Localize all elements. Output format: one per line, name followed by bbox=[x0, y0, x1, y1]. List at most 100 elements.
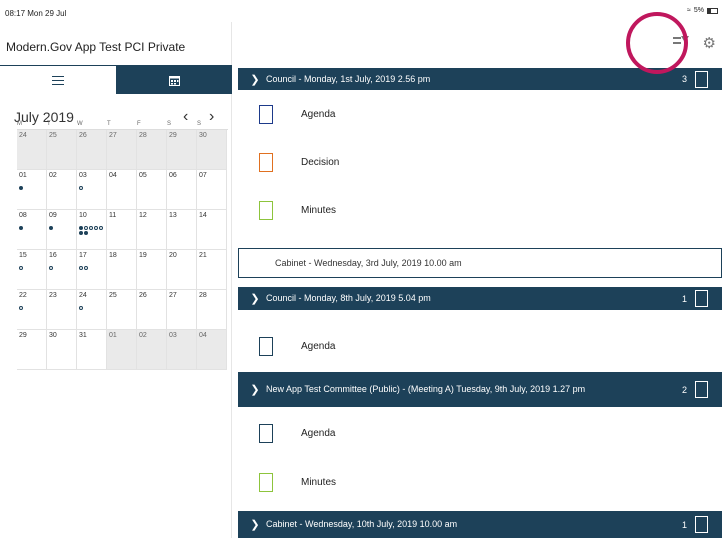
event-dot bbox=[99, 226, 103, 230]
day-cell[interactable]: 25 bbox=[47, 130, 77, 170]
day-cell[interactable]: 08 bbox=[17, 210, 47, 250]
day-cell[interactable]: 31 bbox=[77, 330, 107, 370]
list-icon bbox=[52, 76, 64, 85]
status-icons: ≈ 5% bbox=[687, 7, 718, 14]
day-cell[interactable]: 04 bbox=[197, 330, 227, 370]
day-cell[interactable]: 28 bbox=[137, 130, 167, 170]
day-number: 08 bbox=[19, 212, 27, 219]
day-cell[interactable]: 21 bbox=[197, 250, 227, 290]
document-item[interactable]: Minutes bbox=[238, 458, 722, 506]
day-cell[interactable]: 20 bbox=[167, 250, 197, 290]
document-icon bbox=[695, 381, 708, 398]
weekday-label: M bbox=[17, 121, 22, 127]
day-cell[interactable]: 06 bbox=[167, 170, 197, 210]
event-dots bbox=[19, 226, 45, 230]
day-cell[interactable]: 03 bbox=[167, 330, 197, 370]
document-label: Minutes bbox=[301, 204, 337, 216]
day-cell[interactable]: 09 bbox=[47, 210, 77, 250]
day-cell[interactable]: 26 bbox=[137, 290, 167, 330]
day-cell[interactable]: 04 bbox=[107, 170, 137, 210]
event-dots bbox=[79, 226, 105, 235]
day-cell[interactable]: 10 bbox=[77, 210, 107, 250]
document-label: Decision bbox=[301, 156, 340, 168]
weekday-label: F bbox=[137, 121, 141, 127]
day-cell[interactable]: 24 bbox=[17, 130, 47, 170]
event-dots bbox=[19, 306, 45, 310]
day-cell[interactable]: 01 bbox=[17, 170, 47, 210]
day-cell[interactable]: 05 bbox=[137, 170, 167, 210]
battery-icon bbox=[707, 7, 718, 14]
meeting-header[interactable]: Cabinet - Wednesday, 3rd July, 2019 10.0… bbox=[238, 248, 722, 278]
event-dots bbox=[19, 266, 45, 270]
day-cell[interactable]: 26 bbox=[77, 130, 107, 170]
event-dots bbox=[79, 306, 105, 310]
calendar-week: 01 02 03 04 05 06 07 bbox=[17, 170, 228, 210]
document-item[interactable]: Agenda bbox=[238, 90, 722, 138]
day-cell[interactable]: 07 bbox=[197, 170, 227, 210]
day-cell[interactable]: 29 bbox=[17, 330, 47, 370]
day-cell[interactable]: 22 bbox=[17, 290, 47, 330]
day-cell[interactable]: 28 bbox=[197, 290, 227, 330]
day-cell[interactable]: 02 bbox=[47, 170, 77, 210]
day-cell[interactable]: 19 bbox=[137, 250, 167, 290]
calendar-week: 15 16 17 18 19 20 21 bbox=[17, 250, 228, 290]
day-cell[interactable]: 25 bbox=[107, 290, 137, 330]
meeting-header[interactable]: ❯ New App Test Committee (Public) - (Mee… bbox=[238, 372, 722, 407]
day-cell[interactable]: 03 bbox=[77, 170, 107, 210]
battery-percent: 5% bbox=[693, 7, 704, 14]
day-cell[interactable]: 27 bbox=[107, 130, 137, 170]
day-cell[interactable]: 29 bbox=[167, 130, 197, 170]
day-cell[interactable]: 13 bbox=[167, 210, 197, 250]
day-cell[interactable]: 17 bbox=[77, 250, 107, 290]
day-cell[interactable]: 01 bbox=[107, 330, 137, 370]
day-cell[interactable]: 24 bbox=[77, 290, 107, 330]
document-count: 2 bbox=[681, 384, 687, 395]
weekday-label: S bbox=[167, 121, 172, 127]
event-dot bbox=[79, 231, 83, 235]
event-dot bbox=[79, 306, 83, 310]
weekday-header: M T W T F S S bbox=[17, 121, 227, 127]
document-label: Minutes bbox=[301, 476, 337, 488]
document-item[interactable]: Decision bbox=[238, 138, 722, 186]
event-dot bbox=[19, 266, 23, 270]
meeting-header[interactable]: ❯ Council - Monday, 8th July, 2019 5.04 … bbox=[238, 287, 722, 310]
day-cell[interactable]: 15 bbox=[17, 250, 47, 290]
day-cell[interactable]: 11 bbox=[107, 210, 137, 250]
document-item[interactable]: Agenda bbox=[238, 409, 722, 457]
meeting-title: Council - Monday, 8th July, 2019 5.04 pm bbox=[266, 293, 431, 303]
day-cell[interactable]: 30 bbox=[47, 330, 77, 370]
calendar-icon bbox=[168, 75, 180, 86]
document-item[interactable]: Minutes bbox=[238, 186, 722, 234]
day-cell[interactable]: 18 bbox=[107, 250, 137, 290]
event-dot bbox=[84, 231, 88, 235]
event-dot bbox=[49, 266, 53, 270]
list-view-button[interactable] bbox=[0, 66, 116, 94]
calendar-week: 24 25 26 27 28 29 30 bbox=[17, 130, 228, 170]
meeting-header[interactable]: ❯ Cabinet - Wednesday, 10th July, 2019 1… bbox=[238, 511, 722, 538]
event-dots bbox=[49, 266, 75, 270]
weekday-label: S bbox=[197, 121, 202, 127]
weekday-label: W bbox=[77, 121, 83, 127]
event-dot bbox=[19, 186, 23, 190]
event-dot bbox=[19, 226, 23, 230]
day-cell[interactable]: 12 bbox=[137, 210, 167, 250]
day-number: 24 bbox=[79, 292, 87, 299]
day-cell[interactable]: 23 bbox=[47, 290, 77, 330]
chevron-down-icon: ❯ bbox=[250, 73, 260, 86]
day-cell[interactable]: 16 bbox=[47, 250, 77, 290]
event-dot bbox=[79, 266, 83, 270]
day-cell[interactable]: 02 bbox=[137, 330, 167, 370]
document-count: 1 bbox=[681, 293, 687, 304]
event-dot bbox=[89, 226, 93, 230]
day-cell[interactable]: 14 bbox=[197, 210, 227, 250]
event-dot bbox=[49, 226, 53, 230]
calendar-view-button[interactable] bbox=[116, 66, 232, 94]
calendar-week: 29 30 31 01 02 03 04 bbox=[17, 330, 228, 370]
document-label: Agenda bbox=[301, 108, 336, 120]
document-item[interactable]: Agenda bbox=[238, 324, 722, 368]
day-number: 16 bbox=[49, 252, 57, 259]
meeting-list-panel: ⚙ ❯ Council - Monday, 1st July, 2019 2.5… bbox=[238, 22, 722, 538]
day-cell[interactable]: 27 bbox=[167, 290, 197, 330]
day-cell[interactable]: 30 bbox=[197, 130, 227, 170]
gear-icon[interactable]: ⚙ bbox=[703, 34, 716, 52]
